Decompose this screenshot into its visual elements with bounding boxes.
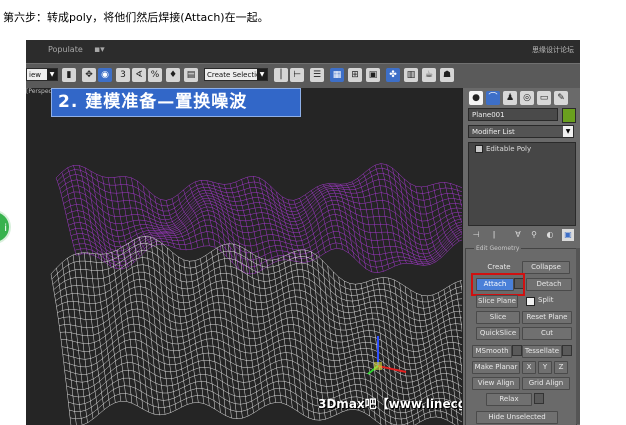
forum-watermark: 思缘设计论坛 — [532, 46, 574, 54]
max-screenshot: Populate ▪▾ 思缘设计论坛 iew ▼ ▮ ✥ ◉ 3 ∢ % ♦ ▤ … — [26, 40, 580, 425]
schematic-view-icon[interactable]: ⊞ — [348, 68, 362, 82]
chevron-down-icon: ▼ — [47, 69, 57, 80]
menu-item-populate[interactable]: Populate — [48, 45, 83, 54]
display-tab-icon[interactable]: ▭ — [537, 91, 551, 105]
quickslice-button[interactable]: QuickSlice — [476, 327, 520, 340]
planar-z-button[interactable]: Z — [554, 361, 568, 374]
slice-button[interactable]: Slice — [476, 311, 520, 324]
step-caption: 第六步：转成poly，将他们然后焊接(Attach)在一起。 — [3, 11, 269, 24]
make-unique-icon[interactable]: ∀ — [512, 229, 524, 241]
show-end-result-icon[interactable]: ǀ — [488, 229, 500, 241]
rollout-title[interactable]: Edit Geometry — [474, 245, 522, 252]
collapse-button[interactable]: Collapse — [522, 261, 570, 274]
angle-snap-icon[interactable]: ∢ — [132, 68, 146, 82]
relax-button[interactable]: Relax — [486, 393, 532, 406]
modify-tab-icon[interactable]: ⌒ — [486, 91, 500, 105]
render-icon[interactable]: ☕ — [422, 68, 436, 82]
menu-bar: Populate ▪▾ 思缘设计论坛 — [26, 40, 580, 63]
step-banner: 2. 建模准备—置换噪波 — [51, 88, 301, 117]
side-tab[interactable]: i — [0, 210, 11, 244]
stack-item-label: Editable Poly — [486, 145, 532, 153]
object-color-swatch[interactable] — [562, 108, 576, 123]
align-icon[interactable]: ⊢ — [290, 68, 304, 82]
cut-button[interactable]: Cut — [522, 327, 572, 340]
mirror-icon[interactable]: ⎪ — [274, 68, 288, 82]
pin-stack-icon[interactable]: ⊣ — [470, 229, 482, 241]
split-checkbox[interactable] — [526, 297, 535, 306]
tessellate-settings-icon[interactable] — [562, 345, 572, 356]
planar-x-button[interactable]: X — [522, 361, 536, 374]
planar-y-button[interactable]: Y — [538, 361, 552, 374]
panel-scrollbar[interactable] — [576, 248, 580, 424]
view-align-button[interactable]: View Align — [472, 377, 520, 390]
spinner-snap-icon[interactable]: ♦ — [166, 68, 180, 82]
expand-icon[interactable] — [475, 145, 483, 153]
create-tab-icon[interactable]: ● — [469, 91, 483, 105]
modifier-list-dropdown[interactable]: Modifier List ▼ — [468, 125, 574, 138]
render-iterative-icon[interactable]: ☗ — [440, 68, 454, 82]
grid-align-button[interactable]: Grid Align — [522, 377, 570, 390]
selection-set-dropdown[interactable]: Create Selection S ▼ — [204, 68, 268, 81]
select-object-icon[interactable]: ▮ — [62, 68, 76, 82]
move-icon[interactable]: ✥ — [82, 68, 96, 82]
tessellate-button[interactable]: Tessellate — [522, 345, 562, 358]
percent-snap-icon[interactable]: % — [148, 68, 162, 82]
stack-item-editable-poly[interactable]: Editable Poly — [475, 145, 531, 153]
command-panel: ● ⌒ ♟ ◎ ▭ ✎ Plane001 Modifier List ▼ Edi… — [462, 88, 580, 425]
modifier-list-label: Modifier List — [472, 128, 515, 136]
render-setup-icon[interactable]: ✤ — [386, 68, 400, 82]
perspective-viewport[interactable]: [Perspective] — [26, 88, 462, 425]
reset-plane-button[interactable]: Reset Plane — [522, 311, 572, 324]
utilities-tab-icon[interactable]: ✎ — [554, 91, 568, 105]
split-label: Split — [538, 296, 554, 304]
attach-highlight-box — [471, 273, 525, 296]
transform-gizmo-icon — [367, 336, 407, 375]
hierarchy-tab-icon[interactable]: ♟ — [503, 91, 517, 105]
snap-3d-icon[interactable]: 3 — [116, 68, 130, 82]
layer-manager-icon[interactable]: ☰ — [310, 68, 324, 82]
view-dropdown[interactable]: iew ▼ — [26, 68, 58, 81]
material-editor-icon[interactable]: ▣ — [366, 68, 380, 82]
graph-editor-icon[interactable]: ▦ — [330, 68, 344, 82]
modifier-stack: Editable Poly — [468, 142, 576, 226]
make-planar-button[interactable]: Make Planar — [472, 361, 520, 374]
slice-plane-button[interactable]: Slice Plane — [476, 295, 518, 308]
relax-settings-icon[interactable] — [534, 393, 544, 404]
rotate-icon[interactable]: ◉ — [98, 68, 112, 82]
edit-geometry-rollout: Edit Geometry Create Collapse Attach Det… — [465, 245, 577, 425]
view-dropdown-label: iew — [29, 71, 41, 79]
rendered-frame-icon[interactable]: ▥ — [404, 68, 418, 82]
msmooth-button[interactable]: MSmooth — [472, 345, 512, 358]
detach-button[interactable]: Detach — [526, 278, 572, 291]
named-sets-icon[interactable]: ▤ — [184, 68, 198, 82]
motion-tab-icon[interactable]: ◎ — [520, 91, 534, 105]
object-name-field[interactable]: Plane001 — [468, 108, 558, 121]
stack-buttons: ⊣ ǀ ∀ ⚲ ◐ ▣ — [468, 229, 574, 243]
msmooth-settings-icon[interactable] — [512, 345, 522, 356]
configure-modifier-icon[interactable]: ▣ — [562, 229, 574, 241]
chevron-down-icon: ▼ — [563, 126, 573, 137]
menu-overflow-icon[interactable]: ▪▾ — [94, 45, 105, 55]
main-toolbar: iew ▼ ▮ ✥ ◉ 3 ∢ % ♦ ▤ Create Selection S ▼… — [26, 63, 580, 89]
remove-modifier-icon[interactable]: ⚲ — [528, 229, 540, 241]
chevron-down-icon: ▼ — [257, 69, 267, 80]
configure-sets-icon[interactable]: ◐ — [544, 229, 556, 241]
viewport-canvas — [50, 163, 462, 425]
hide-unselected-button[interactable]: Hide Unselected — [476, 411, 558, 424]
